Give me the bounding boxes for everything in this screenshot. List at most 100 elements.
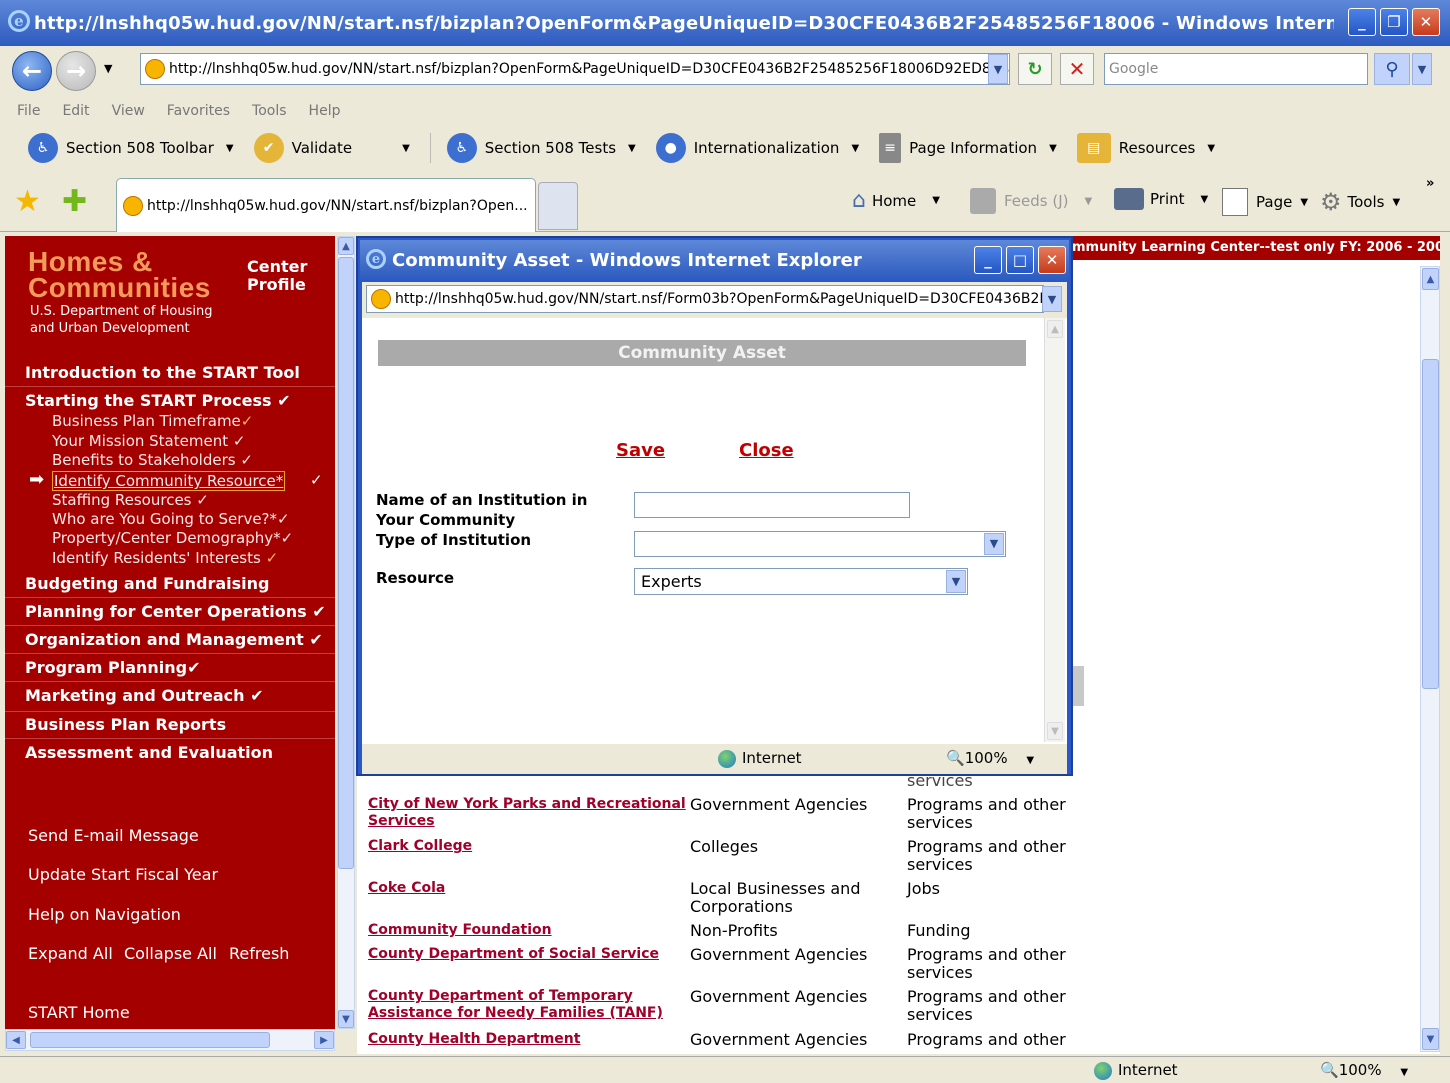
dropdown-icon[interactable]: ▼ [402, 143, 410, 154]
dropdown-icon[interactable]: ▼ [1201, 194, 1209, 205]
forward-button[interactable]: → [56, 51, 96, 91]
dropdown-icon[interactable]: ▼ [1085, 196, 1093, 207]
scroll-down-icon[interactable]: ▼ [1422, 1028, 1439, 1050]
scroll-thumb[interactable] [338, 257, 354, 869]
toolbar-page-information[interactable]: ≡ Page Information ▼ [879, 133, 1077, 163]
update-fiscal-year-link[interactable]: Update Start Fiscal Year [28, 865, 218, 884]
popup-scrollbar[interactable]: ▲ ▼ [1044, 318, 1065, 742]
institution-link[interactable]: Clark College [368, 838, 688, 855]
chevron-down-icon[interactable]: ▼ [984, 533, 1004, 555]
sidebar-hscrollbar[interactable]: ◀ ▶ [5, 1029, 335, 1051]
institution-link[interactable]: Community Foundation [368, 922, 688, 939]
toolbar-validate[interactable]: ✔ Validate ▼ [253, 133, 430, 163]
scroll-up-icon[interactable]: ▲ [1422, 268, 1439, 290]
scroll-down-icon[interactable]: ▼ [1047, 722, 1063, 740]
dropdown-icon[interactable]: ▼ [851, 143, 859, 154]
search-input[interactable]: Google [1104, 53, 1368, 85]
favorites-star-icon[interactable]: ★ [14, 184, 41, 219]
minimize-button[interactable]: _ [1348, 8, 1376, 36]
popup-zoom[interactable]: 🔍100% ▼ [946, 749, 1034, 767]
scroll-up-icon[interactable]: ▲ [1047, 320, 1063, 338]
nav-budgeting[interactable]: Budgeting and Fundraising [25, 574, 270, 593]
page-button[interactable]: Page ▼ [1222, 188, 1308, 216]
nav-sub-who-serve[interactable]: Who are You Going to Serve?*✓ [52, 510, 290, 528]
nav-business-reports[interactable]: Business Plan Reports [25, 715, 226, 734]
nav-organization[interactable]: Organization and Management ✔ [25, 630, 323, 649]
popup-close-button[interactable]: ✕ [1038, 246, 1066, 274]
expand-all-link[interactable]: Expand All [28, 944, 113, 963]
center-profile-label[interactable]: Profile [247, 275, 306, 294]
nav-sub-demography[interactable]: Property/Center Demography*✓ [52, 529, 293, 547]
institution-type-select[interactable]: ▼ [634, 531, 1006, 557]
send-email-link[interactable]: Send E-mail Message [28, 826, 199, 845]
dropdown-icon[interactable]: ▼ [226, 143, 234, 154]
nav-starting-process[interactable]: Starting the START Process ✔ [25, 391, 291, 410]
close-link[interactable]: Close [739, 440, 794, 461]
nav-sub-mission[interactable]: Your Mission Statement ✓ [52, 432, 245, 450]
zoom-control[interactable]: 🔍100% ▼ [1320, 1061, 1408, 1079]
chevron-more-icon[interactable]: » [1426, 176, 1434, 191]
save-link[interactable]: Save [616, 440, 665, 461]
toolbar-508-tests[interactable]: ♿ Section 508 Tests ▼ [446, 133, 656, 163]
institution-link[interactable]: Coke Cola [368, 880, 688, 897]
nav-program-planning[interactable]: Program Planning✔ [25, 658, 201, 677]
nav-sub-timeframe[interactable]: Business Plan Timeframe✓ [52, 412, 253, 430]
dropdown-icon[interactable]: ▼ [1300, 197, 1308, 208]
address-bar[interactable]: http://lnshhq05w.hud.gov/NN/start.nsf/bi… [140, 53, 1010, 85]
scroll-right-icon[interactable]: ▶ [314, 1031, 334, 1049]
dropdown-icon[interactable]: ▼ [1026, 755, 1034, 766]
print-button[interactable]: Print ▼ [1114, 188, 1208, 210]
menu-file[interactable]: File [17, 103, 40, 119]
popup-address-bar[interactable]: http://lnshhq05w.hud.gov/NN/start.nsf/Fo… [366, 285, 1044, 313]
nav-sub-benefits[interactable]: Benefits to Stakeholders ✓ [52, 451, 253, 469]
nav-marketing[interactable]: Marketing and Outreach ✔ [25, 686, 263, 705]
address-dropdown-icon[interactable]: ▼ [988, 54, 1008, 84]
menu-view[interactable]: View [112, 103, 145, 119]
dropdown-icon[interactable]: ▼ [1207, 143, 1215, 154]
popup-minimize-button[interactable]: _ [974, 246, 1002, 274]
dropdown-icon[interactable]: ▼ [1049, 143, 1057, 154]
help-navigation-link[interactable]: Help on Navigation [28, 905, 181, 924]
dropdown-icon[interactable]: ▼ [932, 195, 940, 206]
toolbar-section-508[interactable]: ♿ Section 508 Toolbar ▼ [28, 133, 254, 163]
popup-maximize-button[interactable]: □ [1006, 246, 1034, 274]
institution-link[interactable]: County Department of Social Service [368, 946, 688, 963]
dropdown-icon[interactable]: ▼ [628, 143, 636, 154]
toolbar-internationalization[interactable]: ● Internationalization ▼ [655, 133, 879, 163]
scroll-left-icon[interactable]: ◀ [6, 1031, 26, 1049]
nav-assessment[interactable]: Assessment and Evaluation [25, 743, 273, 762]
restore-button[interactable]: ❐ [1380, 8, 1408, 36]
feeds-button[interactable]: Feeds (J) ▼ [970, 188, 1092, 214]
nav-sub-residents-interests[interactable]: Identify Residents' Interests ✓ [52, 549, 278, 567]
search-icon[interactable]: ⚲ [1374, 53, 1410, 85]
menu-help[interactable]: Help [309, 103, 341, 119]
nav-sub-community-resource[interactable]: Identify Community Resource* [52, 471, 286, 491]
menu-favorites[interactable]: Favorites [167, 103, 230, 119]
scroll-up-icon[interactable]: ▲ [338, 237, 354, 255]
chevron-down-icon[interactable]: ▼ [946, 570, 966, 593]
close-window-button[interactable]: ✕ [1412, 8, 1440, 36]
nav-intro-start-tool[interactable]: Introduction to the START Tool [25, 363, 300, 382]
search-options-icon[interactable]: ▼ [1412, 53, 1432, 85]
resource-select[interactable]: Experts ▼ [634, 568, 968, 595]
nav-center-operations[interactable]: Planning for Center Operations ✔ [25, 602, 326, 621]
home-button[interactable]: ⌂ Home ▼ [852, 188, 940, 213]
toolbar-resources[interactable]: ▤ Resources ▼ [1076, 133, 1235, 163]
scroll-down-icon[interactable]: ▼ [338, 1010, 354, 1028]
browser-tab[interactable]: http://lnshhq05w.hud.gov/NN/start.nsf/bi… [116, 178, 536, 232]
add-favorites-icon[interactable]: ✚ [62, 184, 87, 219]
new-tab-button[interactable] [538, 182, 578, 230]
stop-icon[interactable]: ✕ [1060, 53, 1094, 85]
institution-link[interactable]: City of New York Parks and Recreational … [368, 796, 688, 830]
scroll-thumb[interactable] [1422, 359, 1439, 689]
tools-button[interactable]: ⚙ Tools ▼ [1320, 188, 1400, 216]
nav-sub-staffing[interactable]: Staffing Resources ✓ [52, 491, 209, 509]
history-dropdown-icon[interactable]: ▼ [104, 62, 112, 75]
institution-name-input[interactable] [634, 492, 910, 518]
dropdown-icon[interactable]: ▼ [1400, 1067, 1408, 1078]
collapse-all-link[interactable]: Collapse All [124, 944, 217, 963]
refresh-icon[interactable]: ↻ [1018, 53, 1052, 85]
institution-link[interactable]: County Department of Temporary Assistanc… [368, 988, 688, 1022]
back-button[interactable]: ← [12, 51, 52, 91]
dropdown-icon[interactable]: ▼ [1392, 197, 1400, 208]
